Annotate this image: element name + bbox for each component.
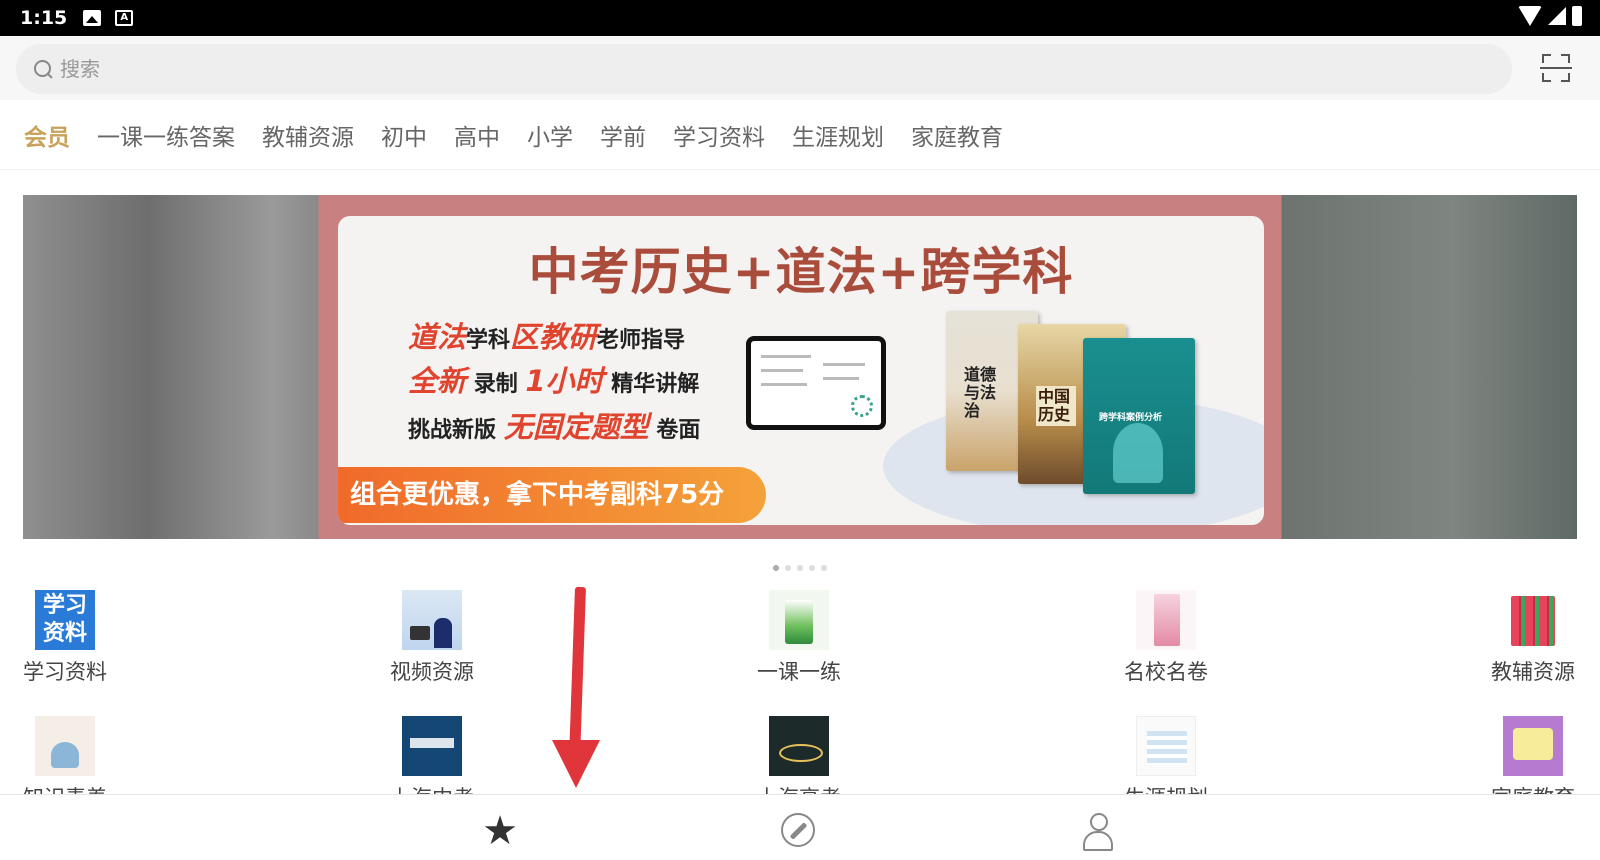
gaokao-thumb (769, 716, 829, 776)
a-icon: A (115, 10, 134, 26)
scan-icon[interactable] (1540, 54, 1572, 82)
pager-dot (821, 565, 827, 571)
tab-senior-high[interactable]: 高中 (454, 118, 500, 152)
tablet-illustration (746, 336, 886, 430)
one-lesson-thumb (769, 590, 829, 650)
annotation-arrow-head (552, 740, 600, 788)
career-thumb (1136, 716, 1196, 776)
status-right-icons (1518, 6, 1582, 26)
status-time: 1:15 (20, 7, 68, 29)
pager-dot (785, 565, 791, 571)
grid-video-resources[interactable]: 视频资源 (377, 590, 487, 686)
family-thumb (1503, 716, 1563, 776)
promo-banner[interactable]: 中考历史+道法+跨学科 道法学科区教研老师指导 全新 录制 1小时 精华讲解 挑… (23, 195, 1577, 539)
compass-icon[interactable] (781, 813, 815, 847)
tab-career-planning[interactable]: 生涯规划 (792, 118, 884, 152)
famous-papers-thumb (1136, 590, 1196, 650)
annotation-arrow-shaft (569, 586, 586, 748)
search-row (0, 36, 1600, 100)
wifi-icon (1518, 6, 1542, 26)
search-input[interactable] (60, 57, 1360, 81)
tab-lesson-answers[interactable]: 一课一练答案 (97, 118, 235, 152)
grid-one-lesson-one-practice[interactable]: 一课一练 (744, 590, 854, 686)
banner-pager (0, 556, 1600, 571)
knowledge-thumb (35, 716, 95, 776)
tab-study-materials[interactable]: 学习资料 (673, 118, 765, 152)
status-bar: 1:15 A (0, 0, 1600, 36)
pager-dot (797, 565, 803, 571)
zhongkao-thumb (402, 716, 462, 776)
tab-member[interactable]: 会员 (24, 118, 70, 152)
tab-teaching-resources[interactable]: 教辅资源 (262, 118, 354, 152)
pager-dot (809, 565, 815, 571)
signal-icon (1548, 7, 1566, 25)
image-icon (83, 10, 102, 26)
banner-line-2: 全新 录制 1小时 精华讲解 (408, 364, 700, 398)
app-screen: 1:15 A 会员 一课一练答案 教辅资源 初中 高中 小学 学前 学习资料 生… (0, 0, 1600, 860)
search-icon (34, 60, 52, 78)
banner-line-3: 挑战新版 无固定题型 卷面 (408, 410, 701, 444)
grid-teaching-resources[interactable]: 教辅资源 (1478, 590, 1588, 686)
tab-family-education[interactable]: 家庭教育 (911, 118, 1003, 152)
video-resources-thumb (402, 590, 462, 650)
user-icon[interactable] (1083, 813, 1113, 851)
bottom-nav: ★ (0, 794, 1600, 860)
grid-famous-school-papers[interactable]: 名校名卷 (1111, 590, 1221, 686)
grid-study-materials[interactable]: 学习资料 学习资料 (10, 590, 120, 686)
banner-card: 中考历史+道法+跨学科 道法学科区教研老师指导 全新 录制 1小时 精华讲解 挑… (338, 216, 1264, 525)
tab-junior-high[interactable]: 初中 (381, 118, 427, 152)
teaching-resources-thumb (1503, 590, 1563, 650)
category-tabs: 会员 一课一练答案 教辅资源 初中 高中 小学 学前 学习资料 生涯规划 家庭教… (0, 100, 1600, 170)
banner-line-1: 道法学科区教研老师指导 (408, 320, 686, 354)
battery-icon (1572, 6, 1582, 26)
tab-primary[interactable]: 小学 (527, 118, 573, 152)
book-interdisciplinary: 跨学科案例分析 (1083, 338, 1195, 494)
star-icon[interactable]: ★ (480, 811, 520, 853)
banner-cta: 组合更优惠，拿下中考副科75分 (338, 467, 766, 523)
tab-preschool[interactable]: 学前 (600, 118, 646, 152)
search-box[interactable] (16, 44, 1512, 94)
study-materials-thumb: 学习资料 (35, 590, 95, 650)
banner-title: 中考历史+道法+跨学科 (528, 243, 1074, 301)
pager-dot (773, 565, 779, 571)
